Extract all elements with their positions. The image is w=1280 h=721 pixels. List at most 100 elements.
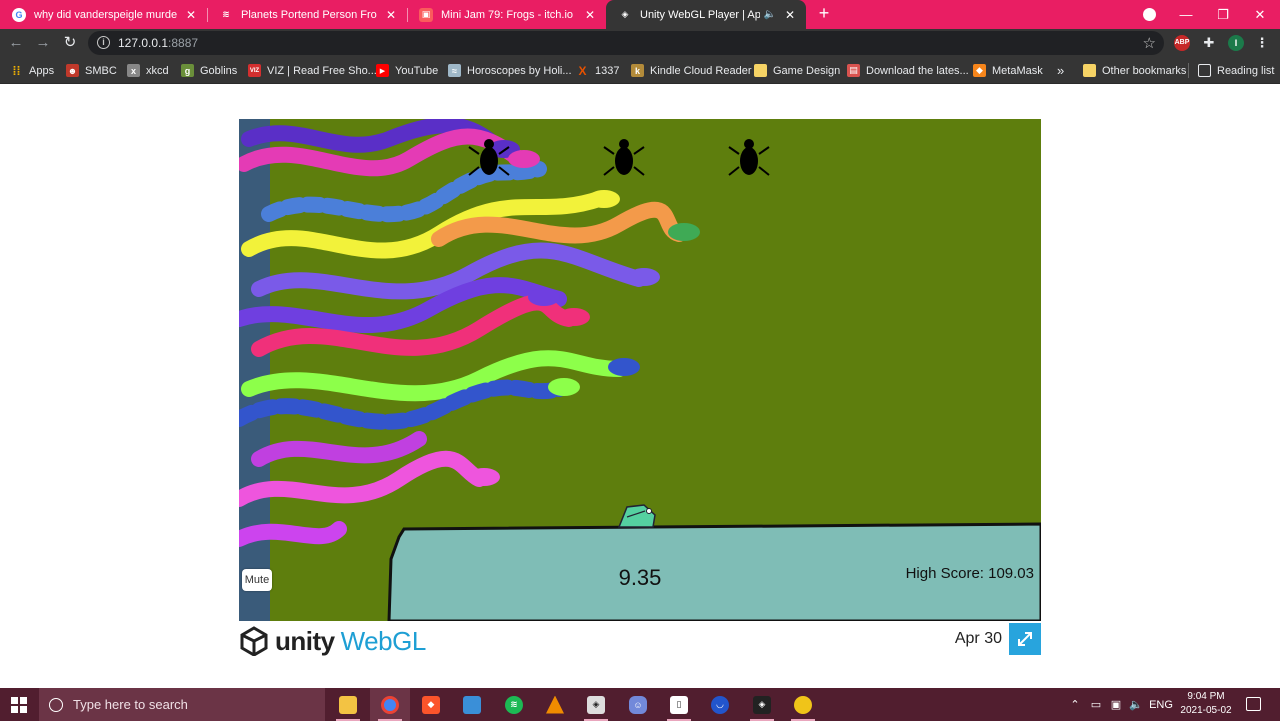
extensions-puzzle-icon[interactable]: ✚ [1201, 35, 1217, 51]
tab-itchio[interactable]: ▣ Mini Jam 79: Frogs - itch.io ✕ [407, 0, 606, 29]
bookmark-kindle[interactable]: k Kindle Cloud Reader [631, 62, 752, 79]
new-tab-button[interactable]: + [814, 3, 834, 25]
tab-planets[interactable]: ≋ Planets Portend Person From Por ✕ [207, 0, 407, 29]
taskbar-unity-editor[interactable]: ◈ [742, 688, 782, 721]
bookmark-smbc[interactable]: ☻ SMBC [66, 62, 117, 79]
bookmark-viz[interactable]: VIZ VIZ | Read Free Sho... [248, 62, 377, 79]
horoscope-icon: ≈ [448, 64, 461, 77]
back-button[interactable]: ← [6, 33, 26, 53]
brave-icon: ◆ [422, 695, 440, 714]
spotify-icon: ≋ [505, 695, 523, 714]
photos-icon [463, 695, 481, 714]
planets-icon: ≋ [222, 9, 230, 19]
expand-icon [1018, 632, 1032, 646]
google-icon: G [12, 7, 26, 22]
site-info-icon[interactable]: i [97, 36, 110, 49]
apps-grid-icon: ⁞⁞ [12, 63, 21, 78]
goblins-icon: g [181, 64, 194, 77]
bookmark-other-bookmarks[interactable]: Other bookmarks [1083, 62, 1186, 79]
kebab-menu-icon[interactable]: ⋮ [1254, 35, 1270, 51]
taskbar-headset-app[interactable]: ◡ [700, 688, 740, 721]
bookmark-youtube[interactable]: ▶ YouTube [376, 62, 438, 79]
bookmark-download[interactable]: ▤ Download the lates... [847, 62, 969, 79]
itchio-icon: ▣ [419, 7, 433, 22]
folder-icon [1083, 64, 1096, 77]
battery-icon[interactable]: ▭ [1087, 688, 1105, 721]
bookmark-metamask[interactable]: ◆ MetaMask [973, 62, 1043, 79]
tab-strip: G why did vanderspeigle murder h ✕ ≋ Pla… [0, 0, 1280, 29]
browser-toolbar: ← → ↻ i 127.0.0.1:8887 ☆ ABP ✚ I ⋮ [0, 29, 1280, 57]
clock-time: 9:04 PM [1187, 691, 1225, 702]
close-icon[interactable]: ✕ [782, 8, 798, 22]
minimize-button[interactable]: — [1168, 0, 1204, 29]
framework-icon: ▯ [670, 695, 688, 714]
adblock-icon[interactable]: ABP [1174, 35, 1190, 51]
taskbar-spotify[interactable]: ≋ [494, 688, 534, 721]
youtube-icon: ▶ [376, 64, 389, 77]
taskbar-vlc[interactable] [535, 688, 575, 721]
fullscreen-button[interactable] [1009, 623, 1041, 655]
tab-unity-webgl[interactable]: ◈ Unity WebGL Player | Apr 30 🔈 ✕ [606, 0, 806, 29]
show-hidden-icons-chevron-icon[interactable]: ⌃ [1066, 688, 1084, 721]
profile-avatar[interactable]: I [1228, 35, 1244, 51]
folder-icon [754, 64, 767, 77]
restore-button[interactable]: ❐ [1205, 0, 1241, 29]
bookmark-divider [1188, 63, 1189, 78]
taskbar-search-box[interactable]: Type here to search [39, 688, 325, 721]
taskbar-brave[interactable]: ◆ [411, 688, 451, 721]
reload-button[interactable]: ↻ [60, 33, 80, 53]
bookmark-1337[interactable]: X 1337 [576, 62, 619, 79]
unity-hub-icon: ◈ [587, 695, 605, 714]
bookmark-star-icon[interactable]: ☆ [1143, 34, 1156, 52]
taskbar-chrome[interactable] [370, 688, 410, 721]
reading-list-button[interactable]: Reading list [1198, 62, 1274, 79]
forward-button[interactable]: → [33, 33, 53, 53]
x-icon: X [578, 63, 587, 78]
windows-logo-icon [11, 696, 27, 713]
bookmark-xkcd[interactable]: x xkcd [127, 62, 169, 79]
clock-date: 2021-05-02 [1180, 705, 1232, 716]
coin-icon [794, 695, 812, 714]
url-text: 127.0.0.1:8887 [118, 36, 199, 50]
start-button[interactable] [0, 688, 38, 721]
taskbar-photos[interactable] [452, 688, 492, 721]
bookmark-goblins[interactable]: g Goblins [181, 62, 237, 79]
chrome-icon [381, 695, 399, 714]
taskbar-coin-app[interactable] [783, 688, 823, 721]
unity-logo-icon [240, 626, 268, 656]
taskbar-file-explorer[interactable] [328, 688, 368, 721]
taskbar-framework-app[interactable]: ▯ [659, 688, 699, 721]
speaker-icon[interactable]: 🔈 [764, 9, 776, 20]
bookmark-apps[interactable]: ⁞⁞ Apps [10, 62, 55, 79]
taskbar-discord[interactable]: ☺ [618, 688, 658, 721]
smbc-icon: ☻ [66, 64, 79, 77]
profile-menu-icon[interactable] [1143, 8, 1156, 21]
close-icon[interactable]: ✕ [183, 8, 199, 22]
system-clock[interactable]: 9:04 PM 2021-05-02 [1176, 690, 1236, 718]
search-icon [49, 697, 63, 712]
unity-icon: ◈ [621, 9, 629, 19]
bookmarks-bar: ⁞⁞ Apps ☻ SMBC x xkcd g Goblins VIZ VIZ … [0, 57, 1280, 84]
headset-icon: ◡ [711, 695, 729, 714]
bookmarks-overflow-button[interactable]: » [1057, 62, 1064, 79]
page-content: Mute 9.35 High Score: 109.03 unity WebGL… [0, 85, 1280, 688]
tab-title: Planets Portend Person From Por [241, 8, 377, 21]
metamask-icon: ◆ [973, 64, 986, 77]
close-icon[interactable]: ✕ [383, 8, 399, 22]
volume-icon[interactable]: 🔈 [1127, 688, 1145, 721]
windows-taskbar: Type here to search ◆ ≋ ◈ ☺ ▯ ◡ ◈ ⌃ ▭ ▣ … [0, 688, 1280, 721]
tab-google-search[interactable]: G why did vanderspeigle murder h ✕ [0, 0, 207, 29]
language-indicator[interactable]: ENG [1148, 688, 1174, 721]
address-bar[interactable]: i 127.0.0.1:8887 ☆ [88, 31, 1164, 55]
bookmark-folder-game-design[interactable]: Game Design [754, 62, 840, 79]
close-icon[interactable]: ✕ [582, 8, 598, 22]
bookmark-horoscopes[interactable]: ≈ Horoscopes by Holi... [448, 62, 572, 79]
mute-button[interactable]: Mute [242, 569, 272, 591]
network-icon[interactable]: ▣ [1107, 688, 1125, 721]
close-window-button[interactable]: ✕ [1242, 0, 1278, 29]
taskbar-unity-hub[interactable]: ◈ [576, 688, 616, 721]
unity-webgl-logo: unity WebGL [239, 624, 426, 658]
notifications-icon[interactable] [1246, 697, 1261, 711]
unity-game-canvas[interactable]: Mute 9.35 High Score: 109.03 [239, 119, 1041, 621]
reading-list-icon [1198, 64, 1211, 77]
